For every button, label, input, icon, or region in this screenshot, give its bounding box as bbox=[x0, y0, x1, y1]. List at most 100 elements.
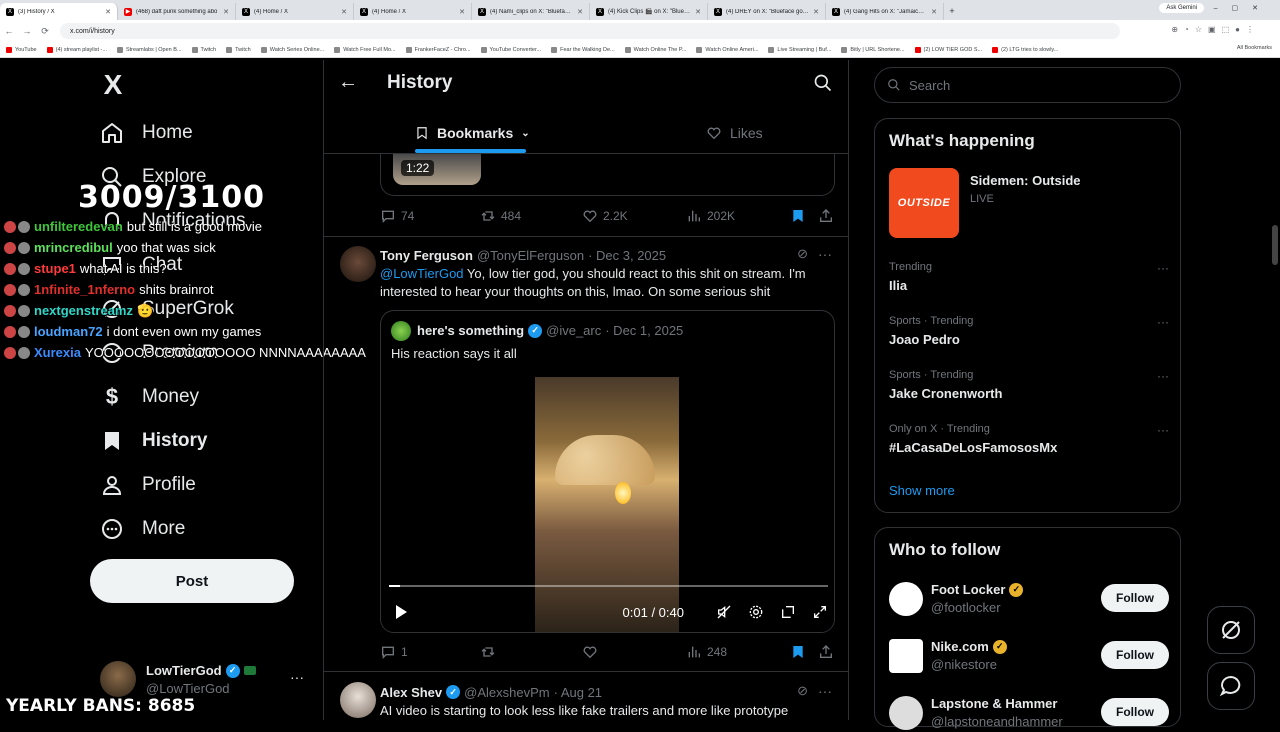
like-button[interactable] bbox=[582, 644, 686, 660]
sidebar-item-more[interactable]: More bbox=[100, 514, 185, 544]
author-handle[interactable]: @AlexshevPm bbox=[464, 685, 549, 700]
bookmark-item[interactable]: YouTube Converter... bbox=[480, 46, 541, 53]
follow-suggestion[interactable]: Foot Locker ✓ @footlocker Follow bbox=[889, 578, 1169, 618]
bookmark-item[interactable]: Bitly | URL Shortene... bbox=[841, 46, 905, 53]
bookmark-item[interactable]: Fear the Walking De... bbox=[551, 46, 615, 53]
mention-link[interactable]: @LowTierGod bbox=[380, 266, 464, 281]
bookmark-item[interactable]: YouTube bbox=[6, 46, 37, 53]
sidebar-item-money[interactable]: $ Money bbox=[100, 382, 199, 412]
settings-icon[interactable] bbox=[748, 604, 764, 620]
browser-toolbar-icons[interactable]: ⊕◔☆▣⬚●⋮ bbox=[1171, 25, 1260, 34]
close-tab-icon[interactable]: ✕ bbox=[695, 8, 701, 16]
close-tab-icon[interactable]: ✕ bbox=[341, 8, 347, 16]
x-logo[interactable]: X bbox=[98, 70, 128, 100]
trend-item[interactable]: Sports · Trending Joao Pedro ··· bbox=[889, 315, 1169, 347]
more-icon[interactable]: ··· bbox=[1157, 261, 1169, 275]
grok-icon[interactable]: ⊘ bbox=[797, 683, 808, 699]
close-tab-icon[interactable]: ✕ bbox=[223, 8, 229, 16]
close-tab-icon[interactable]: ✕ bbox=[577, 8, 583, 16]
search-box[interactable] bbox=[874, 67, 1181, 103]
views-button[interactable]: 202K bbox=[686, 208, 790, 224]
mute-icon[interactable] bbox=[716, 604, 732, 620]
post-date[interactable]: · Dec 3, 2025 bbox=[588, 248, 666, 263]
back-nav-icon[interactable]: ← bbox=[0, 26, 18, 36]
author-name[interactable]: Alex Shev bbox=[380, 685, 442, 700]
post-media[interactable]: 1:22 bbox=[380, 154, 835, 196]
like-button[interactable]: 2.2K bbox=[582, 208, 686, 224]
bookmark-item[interactable]: Watch Online The P... bbox=[624, 46, 686, 53]
more-icon[interactable]: ··· bbox=[1157, 423, 1169, 437]
bookmark-item[interactable]: Watch Free Full Mo... bbox=[334, 46, 396, 53]
post-date[interactable]: · Aug 21 bbox=[554, 685, 602, 700]
browser-tab[interactable]: X (4) Nami_clips on X: "Blueface t ✕ bbox=[472, 3, 590, 20]
close-tab-icon[interactable]: ✕ bbox=[105, 8, 111, 16]
bookmark-item[interactable]: Twitch bbox=[191, 46, 216, 53]
quoted-post[interactable]: here's something ✓ @ive_arc · Dec 1, 202… bbox=[380, 310, 835, 633]
follow-suggestion[interactable]: Lapstone & Hammer @lapstoneandhammer Fol… bbox=[889, 692, 1169, 732]
browser-tab[interactable]: X (4) Home / X ✕ bbox=[354, 3, 472, 20]
bookmark-item[interactable]: Live Streaming | Buf... bbox=[768, 46, 831, 53]
follow-button[interactable]: Follow bbox=[1101, 641, 1169, 669]
messages-fab[interactable] bbox=[1207, 662, 1255, 710]
reply-button[interactable]: 74 bbox=[380, 208, 480, 224]
share-button[interactable] bbox=[818, 644, 834, 660]
more-icon[interactable]: ··· bbox=[818, 246, 832, 262]
browser-tab[interactable]: X (4) DREY on X: "Blueface got U ✕ bbox=[708, 3, 826, 20]
browser-tab[interactable]: X (4) Gang Hits on X: "Jamaican h ✕ bbox=[826, 3, 944, 20]
bookmark-item[interactable]: Twitch bbox=[226, 46, 251, 53]
close-tab-icon[interactable]: ✕ bbox=[931, 8, 937, 16]
search-icon[interactable] bbox=[813, 73, 833, 93]
url-field[interactable]: x.com/i/history bbox=[60, 23, 1120, 39]
forward-nav-icon[interactable]: → bbox=[18, 26, 36, 36]
browser-tab[interactable]: X (3) History / X ✕ bbox=[0, 3, 118, 20]
trend-item[interactable]: Only on X · Trending #LaCasaDeLosFamosos… bbox=[889, 423, 1169, 455]
avatar[interactable] bbox=[340, 246, 376, 282]
video-player[interactable]: 0:01 / 0:40 bbox=[381, 377, 834, 632]
views-button[interactable]: 248 bbox=[686, 644, 790, 660]
show-more-link[interactable]: Show more bbox=[889, 483, 955, 498]
repost-button[interactable] bbox=[480, 644, 582, 660]
video-progress-bar[interactable] bbox=[389, 585, 828, 587]
follow-button[interactable]: Follow bbox=[1101, 698, 1169, 726]
bookmark-item[interactable]: (2) LTG tries to slowly... bbox=[992, 46, 1058, 53]
share-button[interactable] bbox=[818, 208, 834, 224]
follow-suggestion[interactable]: Nike.com ✓ @nikestore Follow bbox=[889, 635, 1169, 675]
more-icon[interactable]: ··· bbox=[1157, 315, 1169, 329]
reload-icon[interactable]: ⟳ bbox=[36, 26, 54, 37]
new-tab-button[interactable]: + bbox=[944, 3, 960, 20]
bookmark-item[interactable]: Watch Online Ameri... bbox=[696, 46, 758, 53]
close-tab-icon[interactable]: ✕ bbox=[459, 8, 465, 16]
bookmark-item[interactable]: FrankerFaceZ - Chro... bbox=[405, 46, 471, 53]
grok-fab[interactable] bbox=[1207, 606, 1255, 654]
repost-button[interactable]: 484 bbox=[480, 208, 582, 224]
search-input[interactable] bbox=[909, 77, 1159, 93]
bookmark-button[interactable] bbox=[790, 644, 818, 660]
fullscreen-icon[interactable] bbox=[812, 604, 828, 620]
more-icon[interactable]: ··· bbox=[818, 683, 832, 699]
avatar[interactable] bbox=[340, 682, 376, 718]
close-tab-icon[interactable]: ✕ bbox=[813, 8, 819, 16]
tab-likes[interactable]: Likes bbox=[706, 112, 763, 154]
author-handle[interactable]: @TonyElFerguson bbox=[477, 248, 584, 263]
bookmark-item[interactable]: Streamlabs | Open B... bbox=[116, 46, 182, 53]
window-controls[interactable]: –▢✕ bbox=[1214, 4, 1272, 12]
bookmark-button[interactable] bbox=[790, 208, 818, 224]
browser-tab[interactable]: X (4) Kick Clips 🎬 on X: "Bluefac ✕ bbox=[590, 3, 708, 20]
play-icon[interactable] bbox=[393, 604, 409, 620]
grok-icon[interactable]: ⊘ bbox=[797, 246, 808, 262]
follow-button[interactable]: Follow bbox=[1101, 584, 1169, 612]
scrollbar-thumb[interactable] bbox=[1272, 225, 1278, 265]
more-icon[interactable]: ··· bbox=[1157, 369, 1169, 383]
browser-tab[interactable]: ▶ (468) daft punk something abo ✕ bbox=[118, 3, 236, 20]
trend-item[interactable]: Sports · Trending Jake Cronenworth ··· bbox=[889, 369, 1169, 401]
live-event-title[interactable]: Sidemen: Outside bbox=[970, 173, 1081, 188]
sidebar-item-profile[interactable]: Profile bbox=[100, 470, 196, 500]
popout-icon[interactable] bbox=[780, 604, 796, 620]
scrollbar[interactable] bbox=[1272, 60, 1278, 720]
ask-gemini-button[interactable]: Ask Gemini bbox=[1159, 3, 1204, 13]
author-name[interactable]: Tony Ferguson bbox=[380, 248, 473, 263]
bookmark-item[interactable]: (4) stream playlist -... bbox=[46, 46, 107, 53]
tab-bookmarks[interactable]: Bookmarks ⌄ bbox=[415, 112, 530, 154]
post-button[interactable]: Post bbox=[90, 559, 294, 603]
bookmark-item[interactable]: (2) LOW TIER GOD S... bbox=[914, 46, 982, 53]
